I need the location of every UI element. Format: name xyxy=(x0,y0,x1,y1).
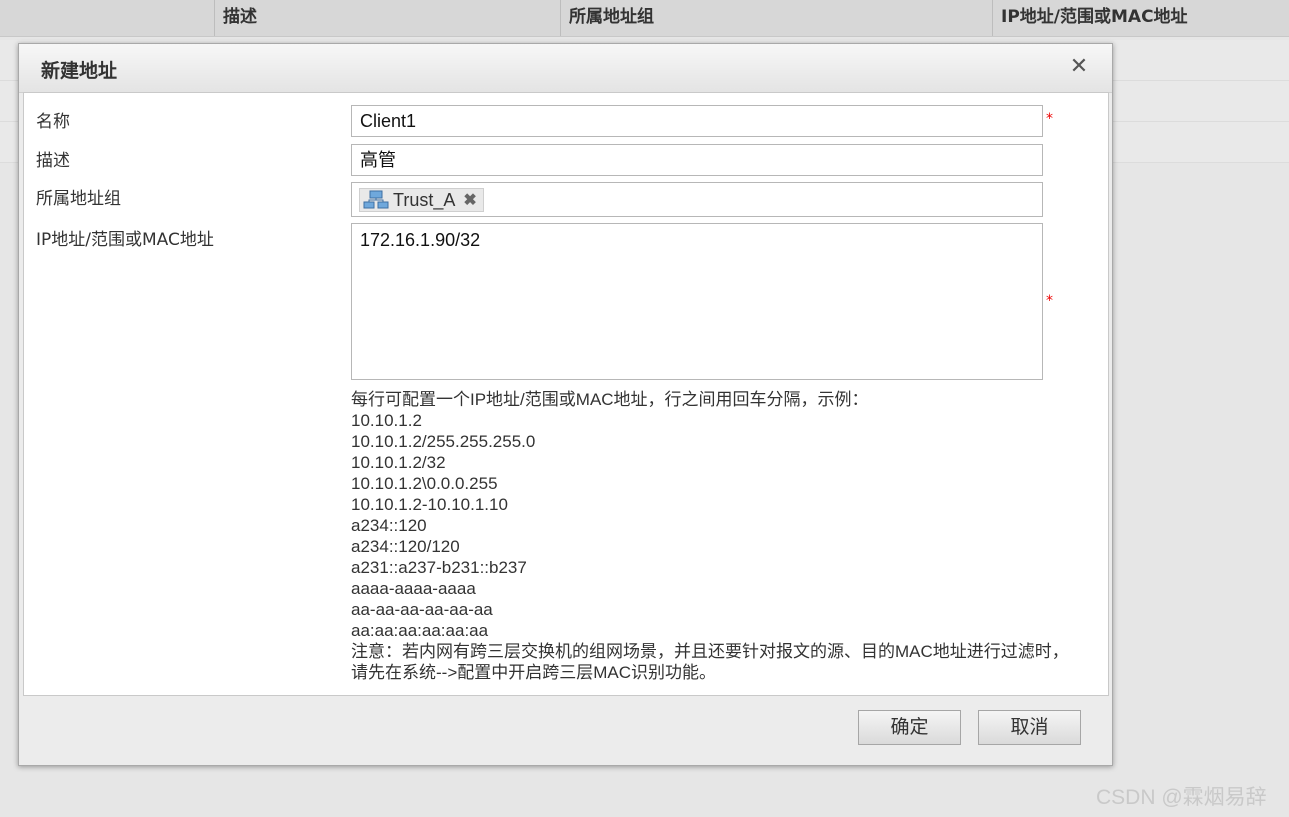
address-hint: 每行可配置一个IP地址/范围或MAC地址，行之间用回车分隔，示例： 10.10.… xyxy=(351,389,1071,683)
dialog-body: 名称 Client1 * 描述 高管 所属地址组 Trust_A ✖ IP地址/… xyxy=(23,92,1109,696)
network-group-icon xyxy=(363,190,389,209)
hint-example: a234::120 xyxy=(351,516,427,535)
hint-example: 10.10.1.2/32 xyxy=(351,453,446,472)
new-address-dialog: 新建地址 ✕ 名称 Client1 * 描述 高管 所属地址组 Trust_A … xyxy=(18,43,1113,766)
hint-example: a231::a237-b231::b237 xyxy=(351,558,527,577)
hint-note: 注意：若内网有跨三层交换机的组网场景，并且还要针对报文的源、目的MAC地址进行过… xyxy=(351,642,1069,682)
watermark: CSDN @霖烟易辞 xyxy=(1096,786,1267,809)
hint-example: 10.10.1.2/255.255.255.0 xyxy=(351,432,536,451)
column-header-address[interactable]: IP地址/范围或MAC地址 xyxy=(992,0,1188,36)
dialog-title: 新建地址 xyxy=(41,60,118,82)
hint-example: 10.10.1.2 xyxy=(351,411,422,430)
address-textarea[interactable]: 172.16.1.90/32 xyxy=(351,223,1043,380)
hint-example: aa:aa:aa:aa:aa:aa xyxy=(351,621,489,640)
background-table-header: 描述 所属地址组 IP地址/范围或MAC地址 xyxy=(0,0,1289,37)
group-label: 所属地址组 xyxy=(36,189,121,209)
description-input[interactable]: 高管 xyxy=(351,144,1043,176)
address-label: IP地址/范围或MAC地址 xyxy=(36,230,214,250)
column-header-group[interactable]: 所属地址组 xyxy=(560,0,654,36)
required-marker: * xyxy=(1046,111,1053,127)
description-label: 描述 xyxy=(36,151,70,171)
required-marker: * xyxy=(1046,293,1053,309)
cancel-button[interactable]: 取消 xyxy=(978,710,1081,745)
column-header-description[interactable]: 描述 xyxy=(214,0,257,36)
close-icon[interactable]: ✕ xyxy=(1067,55,1091,79)
remove-tag-icon[interactable]: ✖ xyxy=(463,190,476,210)
dialog-title-bar[interactable]: 新建地址 ✕ xyxy=(19,44,1112,93)
ok-button[interactable]: 确定 xyxy=(858,710,961,745)
group-tag-input[interactable]: Trust_A ✖ xyxy=(351,182,1043,217)
group-tag[interactable]: Trust_A ✖ xyxy=(359,188,484,212)
hint-intro: 每行可配置一个IP地址/范围或MAC地址，行之间用回车分隔，示例： xyxy=(351,390,869,409)
hint-example: 10.10.1.2\0.0.0.255 xyxy=(351,474,498,493)
hint-example: aa-aa-aa-aa-aa-aa xyxy=(351,600,493,619)
hint-example: 10.10.1.2-10.10.1.10 xyxy=(351,495,508,514)
name-input[interactable]: Client1 xyxy=(351,105,1043,137)
group-tag-label: Trust_A xyxy=(393,189,456,210)
name-label: 名称 xyxy=(36,112,70,132)
hint-example: a234::120/120 xyxy=(351,537,460,556)
hint-example: aaaa-aaaa-aaaa xyxy=(351,579,476,598)
